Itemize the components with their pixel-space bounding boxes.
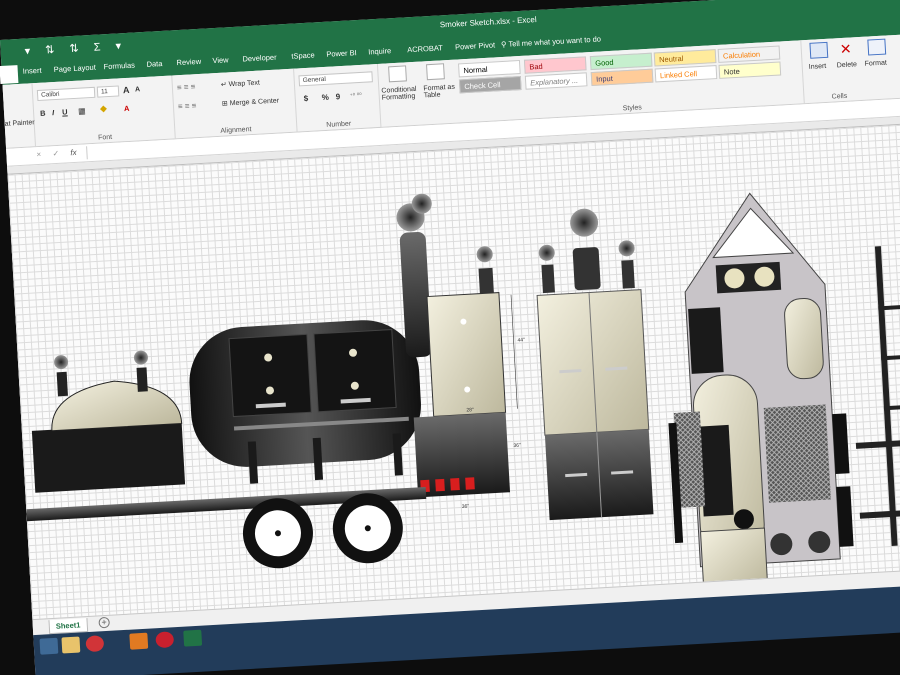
insert-cells-icon (809, 41, 829, 59)
comma-button[interactable]: 9 (335, 92, 340, 101)
worksheet-grid[interactable]: 44" 36" 36" 28" (7, 122, 900, 620)
tab-insert[interactable]: Insert (23, 66, 42, 76)
top-plan-view[interactable] (656, 189, 856, 594)
dimension-mid-label: 36" (513, 443, 521, 449)
photo-frame: ▾ ⇅ ⇅ Σ ▾ Smoker Sketch.xlsx - Excel Ins… (0, 0, 900, 675)
style-bad[interactable]: Bad (523, 56, 587, 74)
cells-group: Insert ✕ Delete Format Cells (801, 33, 900, 104)
browser-icon[interactable] (155, 631, 175, 649)
tab-formulas[interactable]: Formulas (103, 61, 135, 72)
align-top-icon[interactable]: ≡ ≡ ≡ (177, 82, 196, 92)
currency-button[interactable]: $ (303, 94, 308, 103)
smoker-drawing[interactable]: 44" 36" 36" 28" (8, 123, 900, 619)
underline-button[interactable]: U (62, 107, 68, 116)
enter-entry-button[interactable]: ✓ (52, 149, 59, 158)
style-good[interactable]: Good (589, 52, 653, 71)
tab-view[interactable]: View (212, 55, 229, 65)
number-format-box[interactable]: General (298, 71, 373, 87)
tab-acrobat[interactable]: ACROBAT (407, 43, 443, 54)
format-table-label-2: Table (423, 91, 441, 100)
italic-button[interactable]: I (52, 108, 55, 117)
merge-center-label: Merge & Center (229, 97, 280, 108)
style-buttons: Conditional Formatting Format as Table (378, 59, 461, 127)
tab-inquire[interactable]: Inquire (368, 46, 391, 56)
wrap-text-button[interactable]: ↵ Wrap Text (221, 79, 260, 89)
tab-developer[interactable]: Developer (242, 53, 277, 64)
style-calculation[interactable]: Calculation (717, 45, 781, 63)
file-explorer-icon[interactable] (61, 636, 81, 654)
format-cells-button[interactable]: Format (865, 60, 888, 68)
tab-page-layout[interactable]: Page Layout (53, 63, 96, 74)
tab-power-bi[interactable]: Power BI (326, 48, 357, 59)
style-normal[interactable]: Normal (458, 60, 521, 78)
add-sheet-icon[interactable]: + (98, 616, 110, 629)
tab-data[interactable]: Data (146, 59, 162, 69)
font-size-box[interactable]: 11 (96, 85, 120, 98)
conditional-label-2: Formatting (381, 92, 416, 102)
trailer[interactable] (26, 486, 429, 582)
outlook-icon[interactable] (129, 632, 149, 650)
front-elevation[interactable] (532, 206, 654, 521)
style-note[interactable]: Note (718, 61, 782, 79)
number-group: General $ % 9 ⁺⁰ ⁰⁰ Number (294, 63, 382, 133)
tell-me-search[interactable]: ⚲ Tell me what you want to do (501, 34, 601, 49)
insert-cells-button[interactable]: Insert (809, 63, 827, 71)
vertical-cabinet[interactable]: 44" 36" 36" 28" (395, 188, 534, 512)
tab-home-active[interactable] (0, 65, 19, 85)
excel-window: ▾ ⇅ ⇅ Σ ▾ Smoker Sketch.xlsx - Excel Ins… (0, 0, 900, 675)
opera-icon[interactable] (85, 635, 105, 653)
tell-me-text: Tell me what you want to do (508, 34, 602, 49)
insert-function-button[interactable]: fx (70, 148, 77, 157)
font-color-button[interactable]: A (124, 104, 130, 113)
fill-color-icon[interactable]: ◆ (100, 103, 108, 114)
clipboard-group: at Painter (2, 83, 37, 149)
borders-icon[interactable]: ▦ (78, 106, 86, 115)
grow-font-button[interactable]: A (123, 85, 130, 95)
conditional-formatting-icon (388, 65, 407, 83)
dimension-height-label: 44" (517, 337, 525, 343)
align-left-icon[interactable]: ≡ ≡ ≡ (178, 101, 197, 111)
wrap-text-label: Wrap Text (228, 79, 261, 89)
merge-center-button[interactable]: ⊞ Merge & Center (222, 97, 280, 108)
alignment-group: ≡ ≡ ≡ ≡ ≡ ≡ ↵ Wrap Text ⊞ Merge & Center… (172, 68, 298, 140)
style-input[interactable]: Input (590, 68, 654, 87)
dimension-bottom-label: 36" (462, 504, 470, 510)
style-check-cell[interactable]: Check Cell (458, 75, 522, 94)
style-explanatory[interactable]: Explanatory ... (524, 72, 588, 90)
font-name-box[interactable]: Calibri (36, 86, 96, 102)
tab-tspace[interactable]: tSpace (291, 50, 315, 60)
cancel-entry-button[interactable]: × (36, 150, 41, 159)
format-painter-button[interactable]: at Painter (5, 119, 35, 128)
format-cells-icon (867, 38, 887, 56)
decimal-icons[interactable]: ⁺⁰ ⁰⁰ (349, 92, 362, 100)
ladder-frame[interactable] (845, 243, 900, 548)
conditional-formatting-button[interactable]: Conditional Formatting (381, 86, 417, 102)
format-as-table-button[interactable]: Format as Table (423, 84, 455, 100)
delete-cells-button[interactable]: Delete (837, 61, 858, 69)
excel-icon[interactable] (183, 629, 203, 647)
font-group: Calibri 11 A A B I U ▦ ◆ A Font (32, 75, 176, 148)
tab-review[interactable]: Review (176, 57, 201, 67)
tab-power-pivot[interactable]: Power Pivot (455, 40, 495, 51)
main-barrel[interactable] (186, 317, 424, 487)
window-title: Smoker Sketch.xlsx - Excel (439, 15, 537, 30)
percent-button[interactable]: % (321, 93, 329, 102)
delete-cells-icon: ✕ (839, 40, 852, 58)
warming-box[interactable] (28, 349, 186, 493)
bold-button[interactable]: B (40, 109, 46, 118)
style-linked-cell[interactable]: Linked Cell (654, 65, 718, 83)
style-neutral[interactable]: Neutral (653, 49, 717, 67)
dimension-inner-label: 28" (466, 407, 474, 413)
format-as-table-icon (426, 63, 445, 81)
start-icon[interactable] (39, 637, 59, 655)
shrink-font-button[interactable]: A (135, 86, 140, 93)
